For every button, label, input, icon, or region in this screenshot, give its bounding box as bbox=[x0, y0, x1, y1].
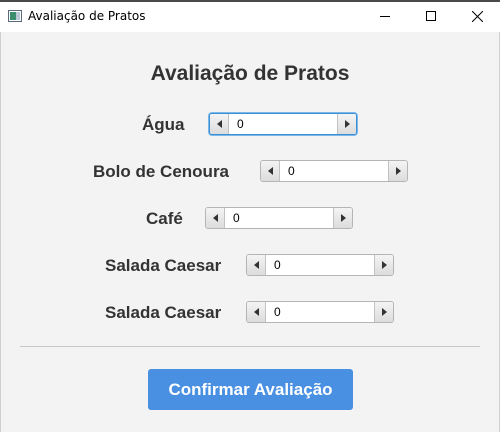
arrow-left-icon bbox=[253, 308, 259, 316]
rating-spinner-cafe[interactable]: 0 bbox=[205, 207, 353, 229]
arrow-left-icon bbox=[216, 120, 222, 128]
rating-value[interactable]: 0 bbox=[233, 211, 240, 225]
minimize-icon bbox=[380, 16, 390, 17]
java-app-icon bbox=[8, 10, 22, 22]
rating-spinner-bolo-de-cenoura[interactable]: 0 bbox=[260, 160, 408, 182]
rating-spinner-salada-caesar-2[interactable]: 0 bbox=[246, 301, 394, 323]
rating-spinner-agua[interactable]: 0 bbox=[209, 113, 357, 135]
arrow-right-icon bbox=[340, 214, 346, 222]
arrow-left-icon bbox=[267, 167, 273, 175]
arrow-right-icon bbox=[381, 261, 387, 269]
window-title: Avaliação de Pratos bbox=[28, 9, 146, 23]
decrement-button[interactable] bbox=[261, 161, 280, 181]
arrow-right-icon bbox=[395, 167, 401, 175]
increment-button[interactable] bbox=[374, 302, 393, 322]
close-icon bbox=[471, 10, 483, 22]
maximize-icon bbox=[426, 11, 436, 21]
increment-button[interactable] bbox=[388, 161, 407, 181]
confirm-rating-button[interactable]: Confirmar Avaliação bbox=[148, 369, 353, 410]
maximize-button[interactable] bbox=[408, 0, 454, 32]
separator bbox=[20, 346, 480, 347]
title-bar[interactable]: Avaliação de Pratos bbox=[0, 0, 500, 32]
decrement-button[interactable] bbox=[247, 302, 266, 322]
dish-label-salada-caesar-2: Salada Caesar bbox=[105, 303, 222, 322]
rating-value[interactable]: 0 bbox=[288, 164, 295, 178]
decrement-button[interactable] bbox=[247, 255, 266, 275]
increment-button[interactable] bbox=[333, 208, 352, 228]
page-title: Avaliação de Pratos bbox=[150, 62, 350, 85]
dish-label-cafe: Café bbox=[146, 209, 183, 228]
rating-value[interactable]: 0 bbox=[274, 305, 281, 319]
rating-value[interactable]: 0 bbox=[237, 117, 244, 131]
arrow-right-icon bbox=[381, 308, 387, 316]
arrow-left-icon bbox=[253, 261, 259, 269]
arrow-left-icon bbox=[212, 214, 218, 222]
minimize-button[interactable] bbox=[362, 0, 408, 32]
decrement-button[interactable] bbox=[206, 208, 225, 228]
rating-spinner-salada-caesar-1[interactable]: 0 bbox=[246, 254, 394, 276]
decrement-button[interactable] bbox=[210, 114, 229, 134]
arrow-right-icon bbox=[344, 120, 350, 128]
window-border-left bbox=[0, 32, 1, 432]
increment-button[interactable] bbox=[374, 255, 393, 275]
increment-button[interactable] bbox=[337, 114, 356, 134]
dish-label-agua: Água bbox=[142, 115, 185, 134]
dish-label-salada-caesar-1: Salada Caesar bbox=[105, 256, 222, 275]
close-button[interactable] bbox=[454, 0, 500, 32]
dish-label-bolo-de-cenoura: Bolo de Cenoura bbox=[93, 162, 230, 181]
rating-value[interactable]: 0 bbox=[274, 258, 281, 272]
